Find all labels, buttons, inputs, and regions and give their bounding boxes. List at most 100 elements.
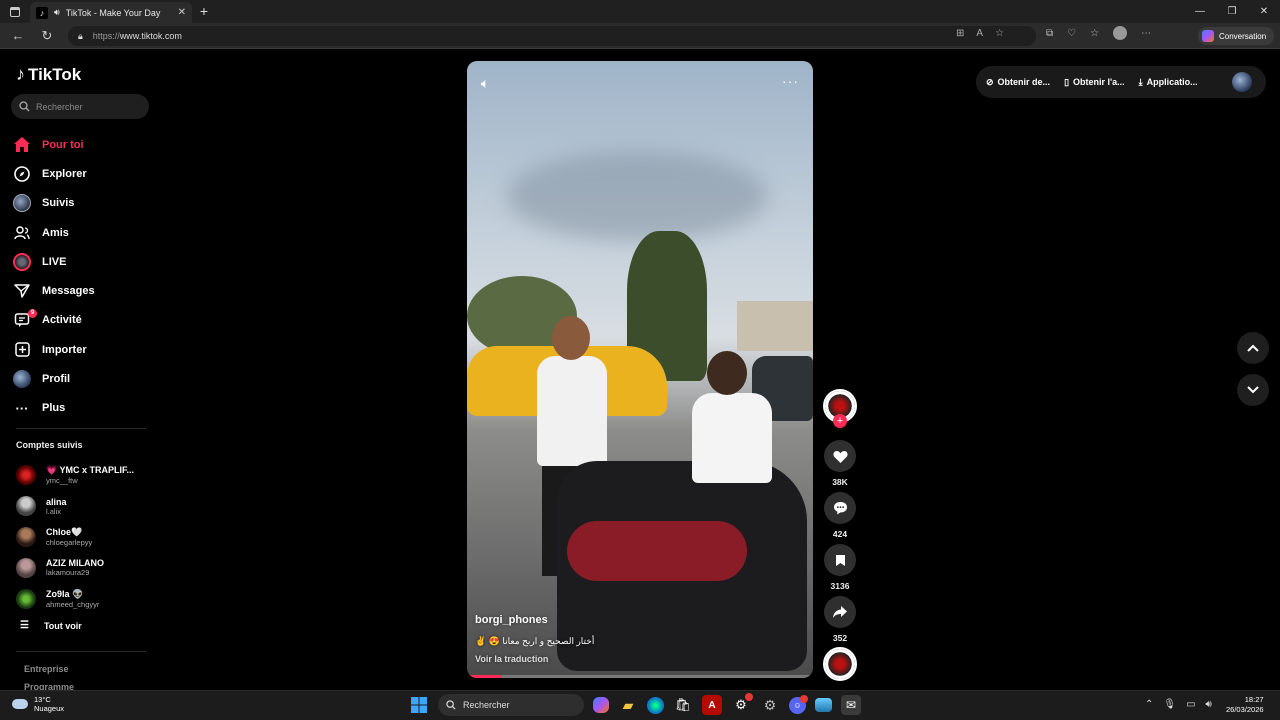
edge-icon[interactable] xyxy=(647,696,664,714)
start-icon[interactable] xyxy=(409,695,429,715)
menu-item-live[interactable]: LIVE xyxy=(13,247,95,276)
menu-item-suivis[interactable]: Suivis xyxy=(13,189,95,218)
save-button[interactable]: 3136 xyxy=(824,544,856,591)
settings-icon[interactable]: ⚙ xyxy=(760,695,780,715)
user-avatar[interactable] xyxy=(1232,72,1252,92)
account-avatar xyxy=(16,526,36,547)
weather-condition: Nuageux xyxy=(34,704,65,713)
followed-account[interactable]: Zo9la 👽 ahmeed_chgyyr xyxy=(16,583,156,614)
discord-icon[interactable]: ☺ xyxy=(789,694,808,714)
menu-item-explorer[interactable]: Explorer xyxy=(13,159,95,188)
tab-actions-icon[interactable] xyxy=(0,0,30,23)
chevron-up-icon[interactable]: ⌃ xyxy=(1145,699,1153,710)
more-options-icon[interactable]: ··· xyxy=(782,73,799,89)
account-avatar xyxy=(16,557,36,578)
date: 26/03/2026 xyxy=(1226,705,1264,714)
close-tab-icon[interactable]: ✕ xyxy=(178,7,186,18)
browser-essentials-icon[interactable]: ♡ xyxy=(1067,28,1076,40)
get-app-button[interactable]: ▯ Obtenir l'a... xyxy=(1064,77,1125,88)
menu-item-plus[interactable]: ··· Plus xyxy=(13,394,95,423)
share-icon xyxy=(824,596,856,628)
get-coins-button[interactable]: ⊘ Obtenir de... xyxy=(986,77,1050,88)
volume-icon[interactable]: 🔊︎ xyxy=(1206,699,1212,710)
steam-icon[interactable]: ✉︎ xyxy=(841,695,861,715)
copilot-app-icon[interactable] xyxy=(593,697,609,713)
menu-item-messages[interactable]: Messages xyxy=(13,276,95,305)
close-window-icon[interactable]: ✕ xyxy=(1248,0,1280,23)
account-name: Chloe🤍 xyxy=(46,526,83,537)
next-video-button[interactable] xyxy=(1237,374,1269,406)
settings-more-icon[interactable]: ⋯ xyxy=(1141,28,1151,40)
new-tab-button[interactable]: + xyxy=(196,3,212,19)
music-disc-avatar[interactable] xyxy=(823,647,857,681)
cloud-icon xyxy=(12,699,28,709)
tiktok-logo[interactable]: ♪ TikTok xyxy=(16,64,81,85)
browser-tab-bar: ♪ 🔊︎ TikTok - Make Your Day ✕ + — ❐ ✕ xyxy=(0,0,1280,23)
menu-item-pour-toi[interactable]: Pour toi xyxy=(13,130,95,159)
app-available-icon[interactable]: ⊞ xyxy=(956,28,964,39)
previous-video-button[interactable] xyxy=(1237,332,1269,364)
minimize-icon[interactable]: — xyxy=(1184,0,1216,23)
logo-text: TikTok xyxy=(28,64,82,84)
followed-account[interactable]: alina l.alix xyxy=(16,491,156,522)
followed-accounts-title: Comptes suivis xyxy=(16,440,83,450)
video-author[interactable]: borgi_phones xyxy=(475,614,548,626)
menu-item-activite[interactable]: 9 Activité xyxy=(13,306,95,335)
programs-link[interactable]: Programme xyxy=(24,682,74,690)
extensions-icon[interactable]: ⧉ xyxy=(1046,28,1053,40)
list-icon: ☰ xyxy=(20,620,29,631)
url-field[interactable]: 🔒︎ https://www.tiktok.com xyxy=(68,26,1036,46)
share-button[interactable]: 352 xyxy=(824,596,856,643)
like-button[interactable]: 38K xyxy=(824,440,856,487)
browser-tab[interactable]: ♪ 🔊︎ TikTok - Make Your Day ✕ xyxy=(30,2,192,23)
back-icon[interactable]: ← xyxy=(10,28,26,44)
company-link[interactable]: Entreprise xyxy=(24,664,69,674)
favorite-star-icon[interactable]: ☆ xyxy=(995,28,1004,39)
comment-count: 424 xyxy=(832,529,848,539)
video-progress-bar[interactable] xyxy=(467,675,813,678)
followed-account[interactable]: Chloe🤍 chloegarlepyy xyxy=(16,522,156,553)
adobe-acrobat-icon[interactable]: A xyxy=(702,695,722,715)
microphone-icon[interactable]: 🎙︎ xyxy=(1163,699,1176,710)
notification-badge xyxy=(800,694,808,703)
desktop-app-button[interactable]: ⤓ Applicatio... xyxy=(1139,77,1198,88)
main-menu: Pour toi Explorer Suivis Amis LIVE Messa… xyxy=(13,130,95,423)
video-player[interactable]: 🔈︎ ··· borgi_phones ✌️ 😍 أختار الصحيح و … xyxy=(467,61,813,678)
menu-item-amis[interactable]: Amis xyxy=(13,218,95,247)
store-icon[interactable]: 🛍︎ xyxy=(673,695,693,715)
account-avatar xyxy=(16,588,36,609)
followed-account[interactable]: AZIZ MILANO lakamoura29 xyxy=(16,552,156,583)
see-translation-link[interactable]: Voir la traduction xyxy=(475,654,548,664)
file-explorer-icon[interactable]: ▰ xyxy=(618,695,638,715)
refresh-icon[interactable]: ↻ xyxy=(39,28,55,44)
clock[interactable]: 18:27 26/03/2026 xyxy=(1226,695,1264,715)
conversation-button[interactable]: Conversation xyxy=(1198,27,1274,45)
favorites-icon[interactable]: ☆ xyxy=(1090,28,1099,40)
menu-item-importer[interactable]: Importer xyxy=(13,335,95,364)
read-aloud-icon[interactable]: A xyxy=(976,28,983,39)
follow-plus-icon[interactable]: + xyxy=(833,414,847,428)
account-avatar xyxy=(16,465,36,486)
comment-button[interactable]: 424 xyxy=(824,492,856,539)
search-input[interactable]: Rechercher xyxy=(11,94,149,119)
account-name: Zo9la 👽 xyxy=(46,588,84,599)
save-count: 3136 xyxy=(830,581,850,591)
lock-icon[interactable]: 🔒︎ xyxy=(78,31,83,42)
menu-item-profil[interactable]: Profil xyxy=(13,364,95,393)
following-avatar-icon xyxy=(13,194,31,213)
phone-icon: ▯ xyxy=(1064,76,1070,87)
display-icon[interactable]: ▭ xyxy=(1186,699,1195,710)
photos-icon[interactable] xyxy=(815,698,832,712)
chatgpt-icon[interactable]: ⚙︎ xyxy=(731,693,753,715)
maximize-icon[interactable]: ❐ xyxy=(1216,0,1248,23)
volume-icon[interactable]: 🔈︎ xyxy=(481,75,489,92)
weather-widget[interactable]: 13°C Nuageux xyxy=(12,695,64,713)
live-icon xyxy=(13,252,31,271)
taskbar-search[interactable]: Rechercher xyxy=(438,694,584,716)
see-all-link[interactable]: ☰ Tout voir xyxy=(20,620,82,631)
audio-playing-icon[interactable]: 🔊︎ xyxy=(54,7,60,18)
divider xyxy=(16,651,146,652)
tiktok-favicon-icon: ♪ xyxy=(36,6,48,19)
profile-icon[interactable] xyxy=(1113,26,1128,40)
followed-account[interactable]: 💗 YMC x TRAPLIF... ymc__ftw xyxy=(16,460,156,491)
